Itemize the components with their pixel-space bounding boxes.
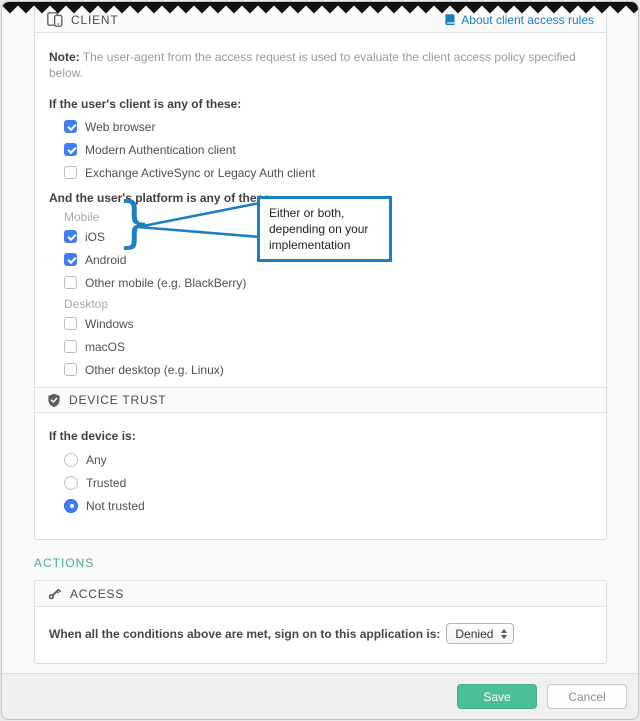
key-icon [47, 586, 62, 601]
access-section-title: ACCESS [70, 587, 124, 601]
actions-heading: ACTIONS [34, 556, 638, 570]
checkbox-macos[interactable] [64, 340, 77, 353]
radio-any[interactable] [64, 453, 78, 467]
checkbox-other-mobile[interactable] [64, 276, 77, 289]
checkbox-row-other-desktop[interactable]: Other desktop (e.g. Linux) [49, 358, 592, 381]
checkbox-label: Windows [85, 317, 134, 331]
annotation-callout: Either or both, depending on your implem… [257, 196, 392, 262]
access-sentence: When all the conditions above are met, s… [49, 627, 440, 641]
shield-check-icon [47, 393, 61, 408]
checkbox-label: Android [85, 253, 126, 267]
radio-row-not-trusted[interactable]: Not trusted [49, 494, 592, 517]
client-question: If the user's client is any of these: [49, 97, 592, 112]
access-result-select[interactable]: Denied [446, 623, 514, 644]
client-note: Note: The user-agent from the access req… [49, 49, 592, 81]
note-label: Note: [49, 50, 80, 64]
checkbox-row-macos[interactable]: macOS [49, 335, 592, 358]
client-devices-icon [47, 12, 63, 27]
radio-label: Not trusted [86, 499, 145, 513]
checkbox-other-desktop[interactable] [64, 363, 77, 376]
checkbox-row-other-mobile[interactable]: Other mobile (e.g. BlackBerry) [49, 271, 592, 294]
access-body: When all the conditions above are met, s… [35, 607, 606, 663]
checkbox-label: Other mobile (e.g. BlackBerry) [85, 276, 246, 290]
note-text: The user-agent from the access request i… [49, 50, 576, 80]
device-trust-title: DEVICE TRUST [69, 393, 166, 407]
save-button[interactable]: Save [457, 684, 537, 709]
checkbox-row-web-browser[interactable]: Web browser [49, 115, 592, 138]
checkbox-label: Other desktop (e.g. Linux) [85, 363, 224, 377]
radio-label: Trusted [86, 476, 126, 490]
checkbox-windows[interactable] [64, 317, 77, 330]
access-section-header: ACCESS [35, 581, 606, 607]
checkbox-label: iOS [85, 230, 105, 244]
radio-row-trusted[interactable]: Trusted [49, 471, 592, 494]
checkbox-row-windows[interactable]: Windows [49, 312, 592, 335]
radio-row-any[interactable]: Any [49, 448, 592, 471]
checkbox-label: Web browser [85, 120, 155, 134]
checkbox-modern-auth[interactable] [64, 143, 77, 156]
device-trust-section-header: DEVICE TRUST [35, 387, 606, 413]
access-panel: ACCESS When all the conditions above are… [34, 580, 607, 664]
checkbox-label: Exchange ActiveSync or Legacy Auth clien… [85, 166, 315, 180]
checkbox-label: Modern Authentication client [85, 143, 236, 157]
client-section-title: CLIENT [71, 13, 118, 27]
checkbox-label: macOS [85, 340, 125, 354]
device-question: If the device is: [49, 429, 592, 444]
radio-not-trusted[interactable] [64, 499, 78, 513]
access-result-value: Denied [455, 627, 493, 641]
dialog-footer: Save Cancel [2, 673, 638, 719]
device-trust-body: If the device is: Any Trusted Not truste… [35, 413, 606, 539]
book-icon [444, 13, 456, 26]
client-section-header: CLIENT About client access rules [35, 7, 606, 33]
radio-label: Any [86, 453, 107, 467]
about-link-label: About client access rules [461, 13, 594, 27]
checkbox-android[interactable] [64, 253, 77, 266]
checkbox-ios[interactable] [64, 230, 77, 243]
cancel-button[interactable]: Cancel [547, 684, 627, 709]
annotation-text: Either or both, depending on your implem… [269, 206, 368, 252]
checkbox-row-modern-auth[interactable]: Modern Authentication client [49, 138, 592, 161]
radio-trusted[interactable] [64, 476, 78, 490]
client-panel: CLIENT About client access rules Note: T… [34, 7, 607, 540]
select-stepper-icon [501, 629, 507, 639]
desktop-group-label: Desktop [49, 296, 592, 312]
checkbox-web-browser[interactable] [64, 120, 77, 133]
about-client-access-rules-link[interactable]: About client access rules [444, 13, 594, 27]
checkbox-exchange-legacy[interactable] [64, 166, 77, 179]
checkbox-row-exchange-legacy[interactable]: Exchange ActiveSync or Legacy Auth clien… [49, 161, 592, 184]
policy-rule-dialog: CLIENT About client access rules Note: T… [1, 1, 639, 720]
